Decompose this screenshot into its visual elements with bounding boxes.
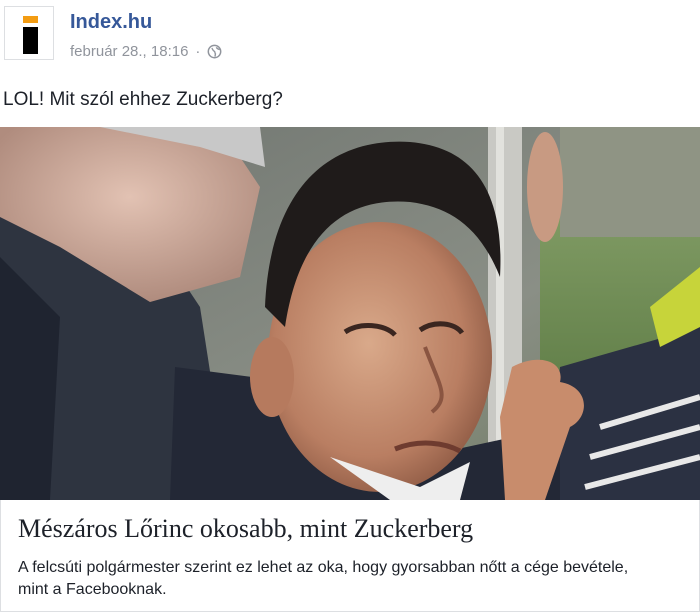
globe-icon[interactable] (207, 44, 222, 59)
link-title[interactable]: Mészáros Lőrinc okosabb, mint Zuckerberg (18, 514, 473, 544)
link-preview-card[interactable]: Mészáros Lőrinc okosabb, mint Zuckerberg… (0, 127, 700, 612)
link-preview-image[interactable] (0, 127, 700, 500)
index-logo-bar (23, 27, 38, 54)
page-name-link[interactable]: Index.hu (70, 11, 152, 34)
post-message: LOL! Mit szól ehhez Zuckerberg? (3, 89, 283, 110)
index-logo-accent (23, 16, 38, 23)
meta-separator: · (195, 42, 201, 60)
post-meta: február 28., 18:16 · (70, 41, 222, 61)
link-description: A felcsúti polgármester szerint ez lehet… (18, 559, 629, 598)
page-avatar[interactable] (4, 6, 54, 60)
link-preview-caption[interactable]: Mészáros Lőrinc okosabb, mint Zuckerberg… (0, 500, 700, 612)
post-timestamp[interactable]: február 28., 18:16 (70, 43, 188, 60)
post-header: Index.hu február 28., 18:16 · (0, 0, 700, 70)
